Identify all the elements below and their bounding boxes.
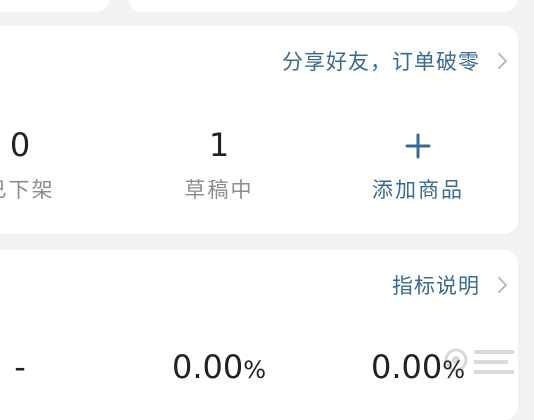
add-product-button[interactable]: 添加商品 bbox=[348, 126, 488, 204]
metric-value-2-number: 0.00 bbox=[171, 348, 244, 386]
stat-drafts[interactable]: 1 草稿中 bbox=[149, 126, 289, 204]
metrics-help-label: 指标说明 bbox=[392, 274, 480, 298]
add-product-label: 添加商品 bbox=[372, 178, 464, 202]
top-right-card bbox=[128, 0, 518, 12]
plus-icon bbox=[348, 126, 488, 164]
metric-value-1: - bbox=[14, 348, 26, 386]
metric-value-3-number: 0.00 bbox=[370, 348, 443, 386]
metric-value-2-unit: % bbox=[243, 356, 267, 384]
share-link-label: 分享好友，订单破零 bbox=[282, 50, 480, 74]
stat-delisted[interactable]: 0 已下架 bbox=[0, 126, 90, 204]
stat-delisted-label: 已下架 bbox=[0, 178, 55, 202]
stat-drafts-label: 草稿中 bbox=[184, 178, 254, 202]
watermark-logo bbox=[442, 340, 522, 380]
share-link[interactable]: 分享好友，订单破零 bbox=[0, 40, 534, 80]
metric-value-2: 0.00% bbox=[172, 348, 266, 386]
stat-delisted-count: 0 bbox=[9, 126, 31, 164]
chevron-right-icon bbox=[494, 52, 510, 70]
metrics-help-link[interactable]: 指标说明 bbox=[0, 264, 534, 304]
chevron-right-icon bbox=[494, 276, 510, 294]
top-left-card bbox=[0, 0, 110, 12]
stat-drafts-count: 1 bbox=[208, 126, 230, 164]
metric-value-1-number: - bbox=[14, 348, 26, 386]
